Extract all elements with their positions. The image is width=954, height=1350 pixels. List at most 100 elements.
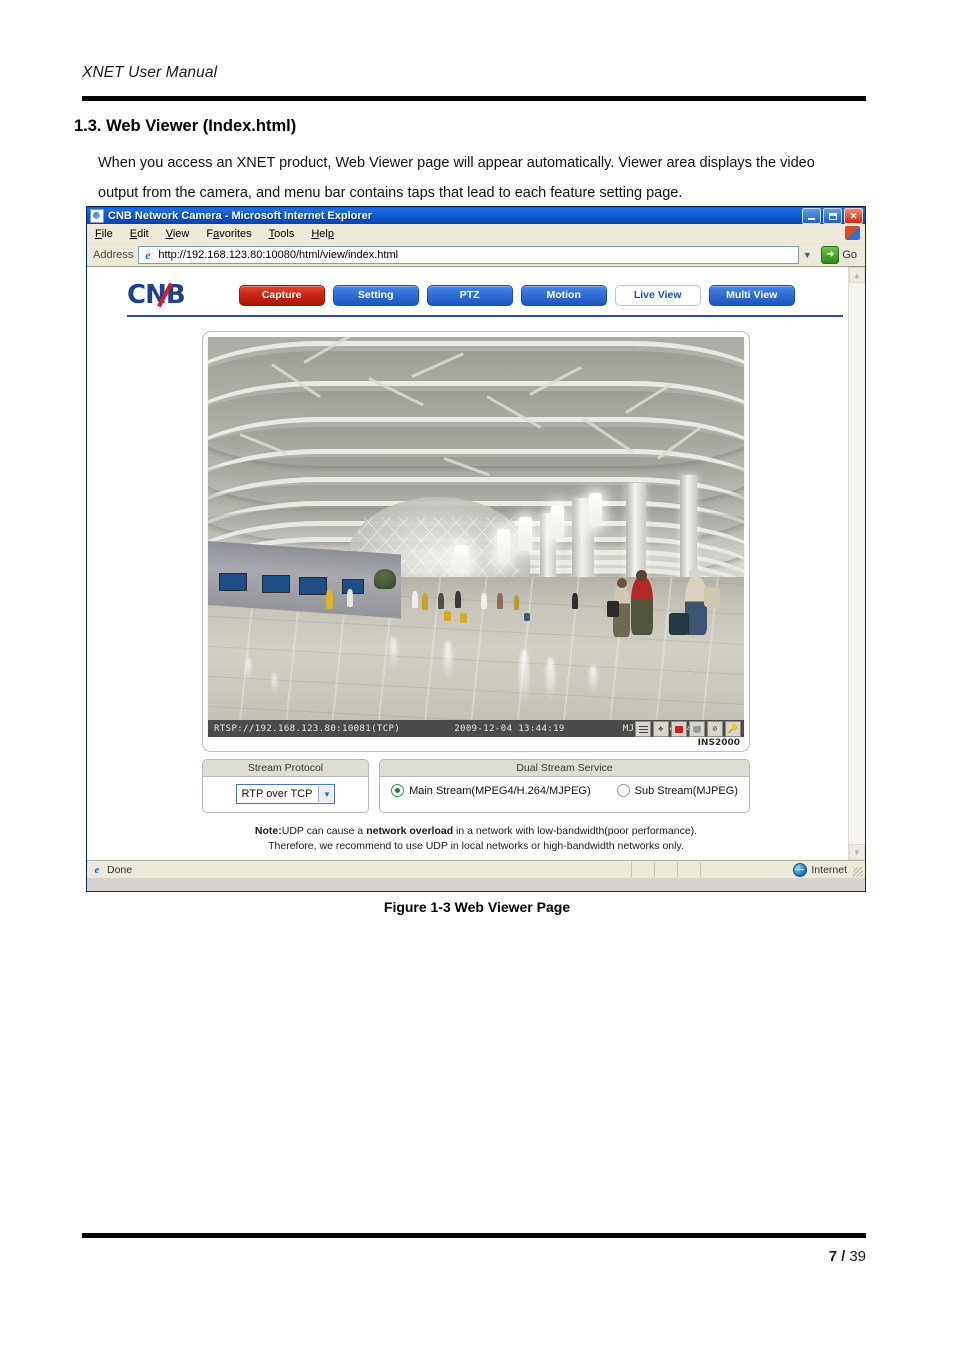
person (438, 593, 445, 609)
pan-tilt-icon[interactable]: ✥ (653, 721, 669, 737)
udp-note: Note:UDP can cause a network overload in… (176, 824, 776, 854)
body-paragraph: When you access an XNET product, Web Vie… (98, 155, 815, 201)
counter-monitor (261, 575, 290, 593)
status-page-icon (91, 864, 103, 876)
rolling-suitcase (668, 613, 689, 635)
person (325, 589, 333, 609)
site-header: CNB Capture Setting PTZ Motion Live View… (127, 275, 843, 317)
browser-statusbar: Done Internet (87, 860, 865, 878)
radio-sub-stream[interactable]: Sub Stream(MJPEG) (616, 784, 738, 797)
status-panels (631, 862, 723, 877)
menu-item-file[interactable]: FFileile (95, 228, 113, 240)
udp-note-line2: Therefore, we recommend to use UDP in lo… (268, 840, 684, 852)
dual-stream-group: Dual Stream Service Main Stream(MPEG4/H.… (379, 759, 750, 813)
stream-protocol-group: Stream Protocol RTP over TCP ▼ (202, 759, 369, 813)
browser-window: CNB Network Camera - Microsoft Internet … (86, 206, 866, 892)
address-input[interactable]: http://192.168.123.80:10080/html/view/in… (138, 246, 800, 264)
menu-item-view[interactable]: View (166, 228, 190, 240)
person (497, 593, 504, 609)
video-osd-bar: RTSP://192.168.123.80:10081(TCP) 2009-12… (208, 720, 744, 737)
menu-item-tools[interactable]: Tools (269, 228, 295, 240)
osd-icon-group: ✥ ⊘ 🔑 (635, 721, 741, 737)
person (411, 591, 418, 608)
radio-main-stream[interactable]: Main Stream(MPEG4/H.264/MJPEG) (391, 784, 591, 797)
device-model-label: INS2000 (697, 738, 740, 748)
luggage (443, 611, 451, 621)
auth-key-icon[interactable]: 🔑 (725, 721, 741, 737)
page-scrollbar[interactable]: ▲ ▼ (848, 267, 865, 860)
udp-note-line1-a: UDP can cause a (281, 825, 367, 837)
nav-button-motion[interactable]: Motion (520, 284, 607, 306)
nav-button-capture[interactable]: Capture (238, 284, 325, 306)
video-stream[interactable]: RTSP://192.168.123.80:10081(TCP) 2009-12… (208, 337, 744, 737)
header-rule (82, 96, 866, 101)
counter-monitor (218, 573, 247, 591)
counter-monitor (342, 579, 364, 594)
scroll-up-icon[interactable]: ▲ (849, 267, 865, 283)
close-button[interactable]: ✕ (844, 208, 863, 224)
menu-item-favorites[interactable]: Favorites (206, 228, 251, 240)
page-separator: / (841, 1248, 846, 1265)
stream-protocol-select[interactable]: RTP over TCP ▼ (235, 784, 336, 804)
record-icon[interactable] (671, 721, 687, 737)
browser-addressbar: Address http://192.168.123.80:10080/html… (87, 244, 865, 267)
webpage-content: ▲ ▼ CNB Capture Setting PTZ Motion Live … (87, 267, 865, 860)
footer-rule (82, 1233, 866, 1238)
ceiling-light (588, 493, 602, 527)
menu-item-help[interactable]: Help (311, 228, 334, 240)
figure-caption: Figure 1-3 Web Viewer Page (383, 899, 571, 915)
shoulder-bag (703, 587, 720, 607)
ceiling-light (497, 529, 511, 563)
udp-note-line1-b: in a network with low-bandwidth(poor per… (453, 825, 698, 837)
scroll-down-icon[interactable]: ▼ (849, 844, 865, 860)
browser-menubar: FFileile Edit View Favorites Tools Help (87, 224, 865, 244)
internet-globe-icon (793, 862, 808, 877)
snapshot-icon[interactable] (689, 721, 705, 737)
running-header: XNET User Manual (82, 64, 218, 81)
radio-main-stream-indicator (391, 784, 405, 797)
window-title: CNB Network Camera - Microsoft Internet … (108, 209, 373, 222)
radio-sub-stream-indicator (616, 784, 630, 797)
luggage (524, 613, 531, 621)
osd-datetime: 2009-12-04 13:44:19 (454, 723, 565, 734)
person-head (635, 569, 647, 581)
resize-grip-icon (853, 867, 863, 877)
stream-protocol-legend: Stream Protocol (203, 760, 368, 777)
nav-button-setting[interactable]: Setting (332, 284, 419, 306)
video-lines-icon[interactable] (635, 721, 651, 737)
nav-button-multi-view[interactable]: Multi View (708, 284, 795, 306)
browser-titlebar: CNB Network Camera - Microsoft Internet … (87, 207, 865, 224)
maximize-button[interactable] (823, 208, 842, 224)
video-panel: RTSP://192.168.123.80:10081(TCP) 2009-12… (202, 331, 750, 752)
counter-monitor (299, 577, 328, 595)
status-zone: Internet (793, 861, 847, 878)
window-buttons: ✕ (802, 208, 863, 224)
person (513, 595, 519, 610)
potted-plant (374, 569, 397, 589)
handbag (607, 601, 620, 617)
section-title: 1.3. Web Viewer (Index.html) (74, 117, 297, 135)
stream-protocol-value: RTP over TCP (241, 788, 313, 800)
person (572, 593, 579, 609)
udp-note-emphasis: network overload (366, 825, 454, 837)
network-block-icon[interactable]: ⊘ (707, 721, 723, 737)
radio-sub-stream-label: Sub Stream(MJPEG) (634, 784, 738, 797)
status-text: Done (107, 863, 133, 876)
address-dropdown-icon[interactable]: ▼ (799, 247, 815, 263)
page-footer: 7/39 (829, 1248, 866, 1265)
person (422, 593, 429, 610)
go-button[interactable]: ➜ Go (821, 246, 861, 264)
nav-button-live-view[interactable]: Live View (614, 284, 701, 306)
status-zone-label: Internet (811, 863, 847, 876)
osd-rtsp-url: RTSP://192.168.123.80:10081(TCP) (214, 723, 401, 734)
radio-main-stream-label: Main Stream(MPEG4/H.264/MJPEG) (409, 784, 591, 797)
luggage (459, 613, 467, 623)
minimize-button[interactable] (802, 208, 821, 224)
app-icon (90, 208, 104, 223)
stream-settings-row: Stream Protocol RTP over TCP ▼ Dual Stre… (202, 759, 750, 813)
nav-button-ptz[interactable]: PTZ (426, 284, 513, 306)
menu-item-edit[interactable]: Edit (130, 228, 149, 240)
person-foreground (631, 577, 654, 635)
ceiling-light (454, 545, 468, 571)
address-label: Address (93, 249, 134, 261)
